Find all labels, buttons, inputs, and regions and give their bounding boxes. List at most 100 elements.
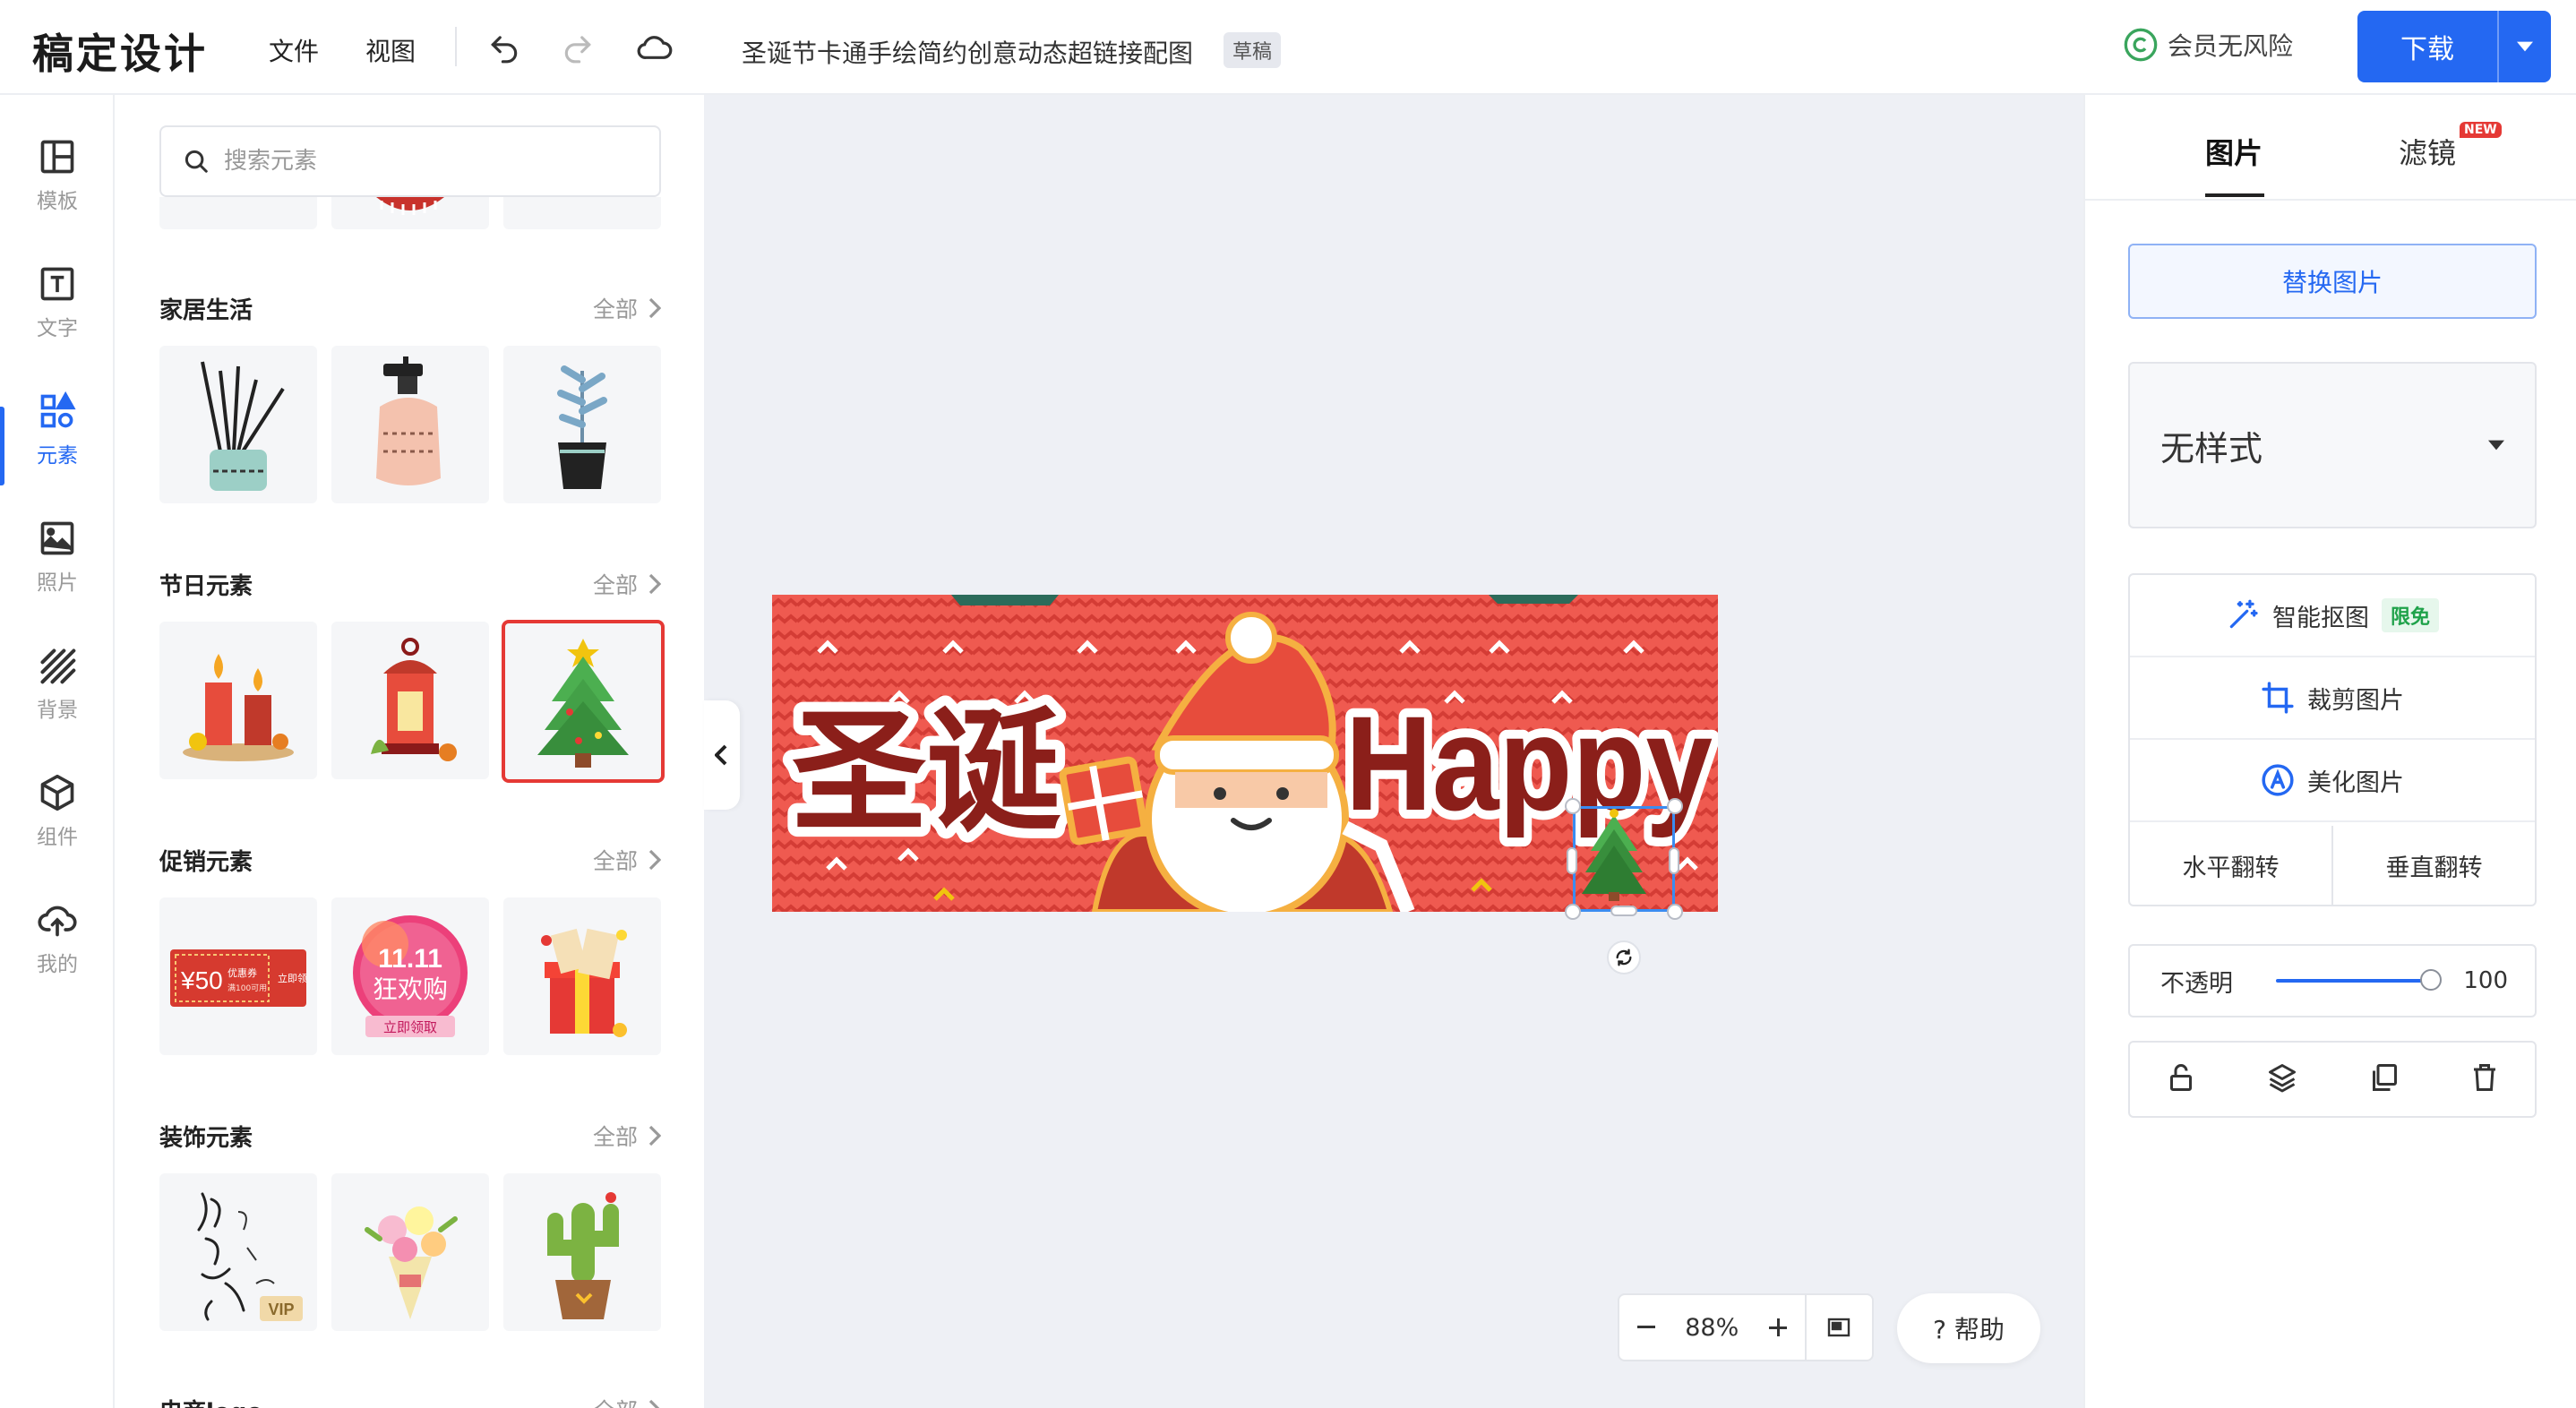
- section-title: 电商logo: [159, 1394, 262, 1408]
- rail-item-mine[interactable]: 我的: [0, 885, 115, 992]
- zoom-control: 88%: [1618, 1293, 1874, 1361]
- resize-handle-tl[interactable]: [1565, 798, 1581, 814]
- duplicate-icon[interactable]: [2367, 1061, 2400, 1097]
- element-lantern[interactable]: [331, 622, 489, 779]
- fit-screen-button[interactable]: [1807, 1318, 1872, 1337]
- caret-down-icon: [2488, 440, 2504, 451]
- zoom-out-button[interactable]: [1619, 1326, 1673, 1329]
- all-label: 全部: [592, 848, 638, 874]
- menu-file[interactable]: 文件: [269, 32, 319, 68]
- collapse-panel-button[interactable]: [704, 700, 740, 810]
- thumbnail[interactable]: [331, 197, 489, 229]
- undo-icon[interactable]: [484, 27, 525, 68]
- download-button[interactable]: 下载: [2357, 11, 2551, 82]
- opacity-label: 不透明: [2160, 969, 2233, 998]
- layers-icon[interactable]: [2266, 1061, 2298, 1097]
- section-all-link[interactable]: 全部: [593, 568, 661, 600]
- coupon-line2: 满100可用: [228, 983, 267, 993]
- candles-illustration: [183, 654, 294, 761]
- rail-item-photo[interactable]: 照片: [0, 503, 115, 611]
- coupon-illustration: ¥50 优惠券满100可用 立即领: [170, 949, 307, 1007]
- search-box[interactable]: [159, 125, 661, 197]
- crop-image-button[interactable]: 裁剪图片: [2130, 657, 2535, 740]
- tab-image[interactable]: 图片: [2205, 131, 2263, 172]
- element-gift-box[interactable]: [503, 897, 661, 1055]
- element-potted-plant[interactable]: [503, 346, 661, 503]
- upload-icon: [38, 906, 77, 937]
- element-reed-diffuser[interactable]: [159, 346, 317, 503]
- flip-vertical-button[interactable]: 垂直翻转: [2333, 826, 2535, 905]
- lock-icon[interactable]: [2165, 1061, 2197, 1097]
- download-dropdown-icon[interactable]: [2499, 41, 2551, 52]
- zoom-level[interactable]: 88%: [1673, 1314, 1751, 1342]
- template-icon: [40, 140, 74, 174]
- thumbnail[interactable]: [159, 197, 317, 229]
- tool-label: 美化图片: [2307, 768, 2404, 797]
- rail-item-template[interactable]: 模板: [0, 122, 115, 229]
- smart-cutout-button[interactable]: 智能抠图 限免: [2130, 575, 2535, 657]
- tab-filter[interactable]: 滤镜: [2399, 131, 2456, 172]
- section-title: 节日元素: [159, 572, 253, 600]
- chevron-right-icon: [648, 1399, 660, 1408]
- style-value: 无样式: [2160, 428, 2263, 468]
- element-soap-bottle[interactable]: [331, 346, 489, 503]
- magic-wand-icon: [2229, 599, 2258, 629]
- cloud-save-icon[interactable]: [634, 27, 675, 68]
- opacity-slider[interactable]: [2275, 969, 2443, 991]
- section-header-home: 家居生活 全部: [159, 290, 661, 326]
- resize-handle-right[interactable]: [1669, 847, 1679, 874]
- section-all-link[interactable]: 全部: [593, 844, 661, 876]
- rail-label: 背景: [37, 699, 78, 722]
- section-all-link[interactable]: 全部: [593, 292, 661, 324]
- redo-icon[interactable]: [557, 27, 598, 68]
- resize-handle-br[interactable]: [1667, 904, 1683, 920]
- element-calligraphy[interactable]: VIP: [159, 1173, 317, 1331]
- search-input[interactable]: [224, 148, 636, 175]
- promo-mid: 狂欢购: [373, 974, 448, 1004]
- section-all-link[interactable]: 全部: [593, 1394, 661, 1408]
- element-cactus[interactable]: [503, 1173, 661, 1331]
- promo-bottom: 立即领取: [383, 1019, 437, 1035]
- menu-view[interactable]: 视图: [365, 32, 416, 68]
- trash-icon[interactable]: [2469, 1061, 2501, 1097]
- christmas-tree-illustration: [537, 639, 629, 768]
- element-coupon[interactable]: ¥50 优惠券 满100可用 立即领: [159, 897, 317, 1055]
- flip-horizontal-button[interactable]: 水平翻转: [2130, 826, 2331, 905]
- app-logo[interactable]: 稿定设计: [32, 21, 208, 81]
- element-candles[interactable]: [159, 622, 317, 779]
- element-1111-promo[interactable]: 11.11 狂欢购 立即领取: [331, 897, 489, 1055]
- rail-item-elements[interactable]: 元素: [0, 376, 115, 484]
- rail-label: 我的: [37, 953, 78, 976]
- style-dropdown[interactable]: 无样式: [2128, 362, 2537, 528]
- thumbnail[interactable]: [503, 197, 661, 229]
- help-button[interactable]: ? 帮助: [1897, 1293, 2040, 1363]
- draft-badge: 草稿: [1224, 32, 1282, 68]
- minus-icon: [1636, 1326, 1655, 1328]
- member-guarantee[interactable]: 会员无风险: [2123, 27, 2293, 63]
- rail-item-text[interactable]: 文字: [0, 249, 115, 356]
- opacity-slider-knob[interactable]: [2420, 969, 2443, 991]
- active-tab-indicator: [2205, 193, 2264, 197]
- rotate-icon: [1616, 949, 1632, 966]
- rail-item-component[interactable]: 组件: [0, 758, 115, 865]
- chevron-right-icon: [648, 297, 661, 319]
- rotate-handle[interactable]: [1607, 940, 1641, 974]
- zoom-in-button[interactable]: [1751, 1318, 1805, 1336]
- rail-item-background[interactable]: 背景: [0, 631, 115, 738]
- element-christmas-tree-selected[interactable]: [502, 620, 665, 783]
- resize-handle-bottom[interactable]: [1610, 906, 1637, 916]
- selection-box[interactable]: [1573, 806, 1675, 912]
- vip-badge: VIP: [268, 1301, 294, 1318]
- section-all-link[interactable]: 全部: [593, 1120, 661, 1152]
- opacity-value[interactable]: 100: [2463, 967, 2508, 994]
- resize-handle-bl[interactable]: [1565, 904, 1581, 920]
- elements-icon: [40, 391, 76, 428]
- background-icon: [40, 648, 76, 684]
- resize-handle-left[interactable]: [1567, 847, 1577, 874]
- replace-image-button[interactable]: 替换图片: [2128, 244, 2537, 319]
- top-bar: 稿定设计 文件 视图 圣诞节卡通手绘简约创意动态超链接配图 草稿 会员无风险 下…: [0, 0, 2576, 95]
- resize-handle-tr[interactable]: [1667, 798, 1683, 814]
- element-bouquet[interactable]: [331, 1173, 489, 1331]
- beautify-image-button[interactable]: 美化图片: [2130, 740, 2535, 822]
- document-title[interactable]: 圣诞节卡通手绘简约创意动态超链接配图: [742, 34, 1193, 70]
